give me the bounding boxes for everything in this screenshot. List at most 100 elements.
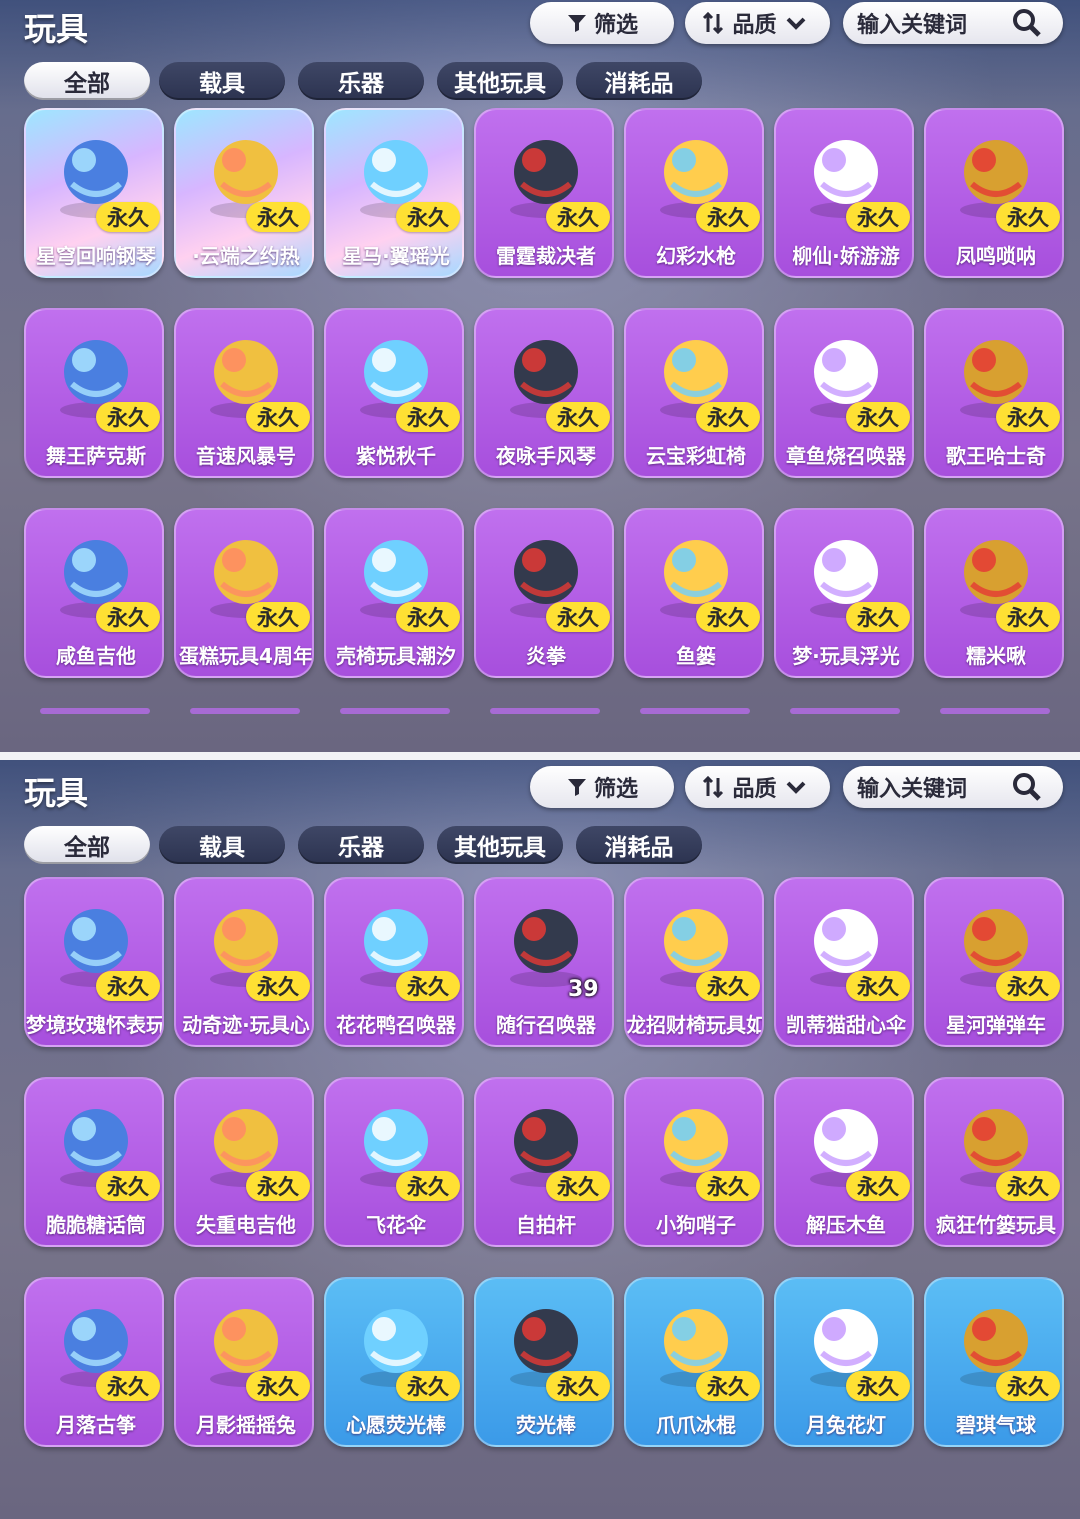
item-card[interactable]: 永久 舞王萨克斯 — [24, 308, 164, 478]
tab-consumables[interactable]: 消耗品 — [576, 826, 702, 864]
item-card[interactable]: 永久 歌王哈士奇 — [924, 308, 1064, 478]
item-card[interactable]: 永久 柳仙·娇游游 — [774, 108, 914, 278]
item-card[interactable]: 永久 雷霆裁决者 — [474, 108, 614, 278]
item-card[interactable]: 永久 心愿荧光棒 — [324, 1277, 464, 1447]
item-card[interactable]: 永久 鱼篓 — [624, 508, 764, 678]
permanent-badge: 永久 — [996, 602, 1060, 632]
item-card[interactable]: 永久 月影摇摇兔 — [174, 1277, 314, 1447]
item-card[interactable]: 永久 脆脆糖话筒 — [24, 1077, 164, 1247]
page-title: 玩具 — [24, 774, 89, 812]
permanent-badge: 永久 — [246, 1171, 310, 1201]
next-row-hint — [940, 708, 1050, 714]
item-card[interactable]: 永久 夜咏手风琴 — [474, 308, 614, 478]
item-card[interactable]: 永久 章鱼烧召唤器 — [774, 308, 914, 478]
item-card[interactable]: 永久 星河弹弹车 — [924, 877, 1064, 1047]
item-card[interactable]: 永久 ·云端之约热 — [174, 108, 314, 278]
permanent-badge: 永久 — [846, 971, 910, 1001]
item-card[interactable]: 永久 蛋糕玩具4周年 — [174, 508, 314, 678]
permanent-badge: 永久 — [96, 402, 160, 432]
permanent-badge: 永久 — [696, 1171, 760, 1201]
item-name: 动奇迹·玩具心 — [182, 1012, 310, 1037]
item-card[interactable]: 永久 云宝彩虹椅 — [624, 308, 764, 478]
permanent-badge: 永久 — [996, 971, 1060, 1001]
search-icon[interactable] — [1011, 771, 1043, 803]
quality-sort-dropdown[interactable]: 品质 — [685, 766, 830, 808]
permanent-badge: 永久 — [996, 202, 1060, 232]
permanent-badge: 永久 — [96, 971, 160, 1001]
permanent-badge: 永久 — [696, 602, 760, 632]
permanent-badge: 永久 — [546, 1171, 610, 1201]
item-card[interactable]: 永久 花花鸭召唤器 — [324, 877, 464, 1047]
item-card[interactable]: 永久 荧光棒 — [474, 1277, 614, 1447]
item-card[interactable]: 永久 星马·翼瑶光 — [324, 108, 464, 278]
item-card[interactable]: 永久 龙招财椅玩具如 — [624, 877, 764, 1047]
funnel-icon — [567, 779, 586, 796]
item-card[interactable]: 永久凤鸣唢呐 — [924, 108, 1064, 278]
item-card[interactable]: 永久 梦·玩具浮光 — [774, 508, 914, 678]
sort-icon — [703, 776, 724, 798]
permanent-badge: 永久 — [846, 602, 910, 632]
search-input[interactable]: 输入关键词 — [843, 766, 1063, 808]
next-row-hint — [40, 708, 150, 714]
filter-button[interactable]: 筛选 — [530, 766, 674, 808]
page-title: 玩具 — [24, 10, 89, 48]
tab-all[interactable]: 全部 — [24, 826, 150, 864]
item-card[interactable]: 永久 糯米啾 — [924, 508, 1064, 678]
item-name: 爪爪冰棍 — [656, 1412, 736, 1437]
item-card[interactable]: 永久 凯蒂猫甜心伞 — [774, 877, 914, 1047]
item-card[interactable]: 永久 幻彩水枪 — [624, 108, 764, 278]
search-input[interactable]: 输入关键词 — [843, 2, 1063, 44]
item-card[interactable]: 永久梦境玫瑰怀表玩 — [24, 877, 164, 1047]
funnel-icon — [567, 15, 586, 32]
filter-button[interactable]: 筛选 — [530, 2, 674, 44]
next-row-hint — [790, 708, 900, 714]
item-name: 小狗哨子 — [656, 1212, 736, 1237]
permanent-badge: 永久 — [696, 402, 760, 432]
chevron-down-icon — [786, 17, 805, 30]
tab-other-toys[interactable]: 其他玩具 — [437, 826, 563, 864]
item-card[interactable]: 永久 壳椅玩具潮汐 — [324, 508, 464, 678]
permanent-badge: 永久 — [546, 402, 610, 432]
item-card[interactable]: 永久 失重电吉他 — [174, 1077, 314, 1247]
tab-vehicles[interactable]: 载具 — [159, 62, 285, 100]
quality-label: 品质 — [732, 777, 777, 802]
filter-label: 筛选 — [593, 777, 638, 802]
inventory-panel-2: 玩具 筛选 品质 输入关键词 全部 载具 乐器 其他玩具 消耗品 永久梦境玫瑰怀… — [0, 760, 1080, 1519]
tab-consumables[interactable]: 消耗品 — [576, 62, 702, 100]
item-card[interactable]: 永久 炎拳 — [474, 508, 614, 678]
tab-vehicles[interactable]: 载具 — [159, 826, 285, 864]
quality-sort-dropdown[interactable]: 品质 — [685, 2, 830, 44]
permanent-badge: 永久 — [396, 402, 460, 432]
item-card[interactable]: 39 随行召唤器 — [474, 877, 614, 1047]
item-card[interactable]: 永久 月落古筝 — [24, 1277, 164, 1447]
item-card[interactable]: 永久 疯狂竹篓玩具 — [924, 1077, 1064, 1247]
item-name: 飞花伞 — [366, 1212, 426, 1237]
item-card[interactable]: 永久 爪爪冰棍 — [624, 1277, 764, 1447]
item-card[interactable]: 永久 解压木鱼 — [774, 1077, 914, 1247]
item-card[interactable]: 永久 星穹回响钢琴 — [24, 108, 164, 278]
item-card[interactable]: 永久 飞花伞 — [324, 1077, 464, 1247]
item-name: ·云端之约热 — [192, 243, 300, 268]
item-name: 碧琪气球 — [956, 1412, 1036, 1437]
item-card[interactable]: 永久 动奇迹·玩具心 — [174, 877, 314, 1047]
item-name: 咸鱼吉他 — [56, 643, 136, 668]
item-name: 凤鸣唢呐 — [956, 243, 1036, 268]
item-card[interactable]: 永久 音速风暴号 — [174, 308, 314, 478]
item-name: 自拍杆 — [516, 1212, 576, 1237]
item-card[interactable]: 永久 月兔花灯 — [774, 1277, 914, 1447]
item-card[interactable]: 永久 碧琪气球 — [924, 1277, 1064, 1447]
tab-all[interactable]: 全部 — [24, 62, 150, 100]
item-name: 心愿荧光棒 — [346, 1412, 446, 1437]
tab-instruments[interactable]: 乐器 — [298, 826, 424, 864]
tab-instruments[interactable]: 乐器 — [298, 62, 424, 100]
item-card[interactable]: 永久小狗哨子 — [624, 1077, 764, 1247]
filter-label: 筛选 — [593, 13, 638, 38]
item-name: 梦境玫瑰怀表玩 — [26, 1012, 164, 1037]
item-name: 雷霆裁决者 — [496, 243, 596, 268]
item-card[interactable]: 永久自拍杆 — [474, 1077, 614, 1247]
tab-other-toys[interactable]: 其他玩具 — [437, 62, 563, 100]
item-card[interactable]: 永久 紫悦秋千 — [324, 308, 464, 478]
item-name: 疯狂竹篓玩具 — [936, 1212, 1056, 1237]
search-icon[interactable] — [1011, 7, 1043, 39]
item-card[interactable]: 永久 咸鱼吉他 — [24, 508, 164, 678]
